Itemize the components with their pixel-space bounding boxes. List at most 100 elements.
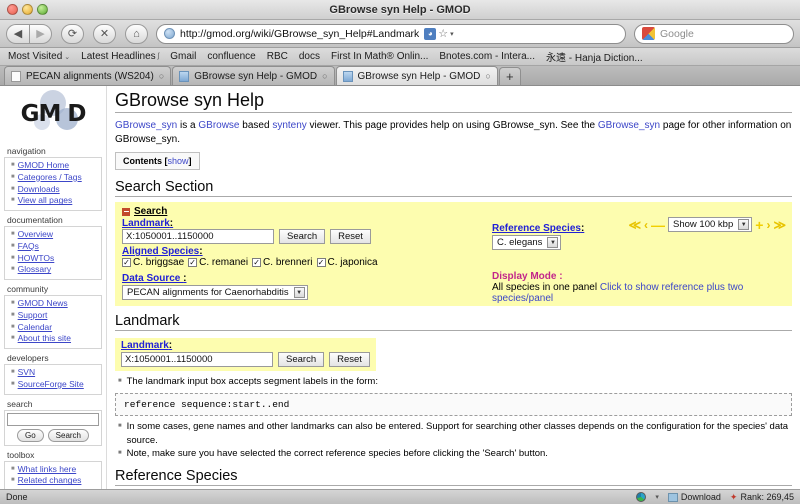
sidebar-item-label[interactable]: GMOD News: [18, 298, 68, 309]
close-icon[interactable]: ○: [322, 71, 327, 81]
sidebar-item-related-changes[interactable]: ■ Related changes: [7, 475, 99, 487]
sidebar-item-label[interactable]: About this site: [18, 334, 71, 344]
search-button-2[interactable]: Search: [278, 352, 325, 367]
chevron-down-icon[interactable]: ▼: [738, 219, 750, 230]
checkbox-icon[interactable]: ✓: [252, 258, 262, 267]
sidebar-item-label[interactable]: GMOD Home: [18, 160, 69, 171]
stop-button[interactable]: ✕: [93, 23, 116, 44]
bookmark-item[interactable]: Most Visited ⌄: [8, 51, 70, 62]
sidebar-item-sourceforge-site[interactable]: ■ SourceForge Site: [7, 379, 99, 391]
landmark-input[interactable]: [122, 229, 274, 244]
zoom-out-button[interactable]: —: [651, 218, 665, 232]
sidebar-item-upload-file[interactable]: ■Upload file: [7, 487, 99, 489]
close-icon[interactable]: ○: [485, 71, 490, 81]
link-gbrowse-syn[interactable]: GBrowse_syn: [115, 120, 177, 131]
collapse-icon[interactable]: [122, 207, 130, 216]
sidebar-item-label[interactable]: Categores / Tags: [18, 172, 82, 183]
sidebar-item-gmod-news[interactable]: ■ GMOD News: [7, 298, 99, 310]
browser-tab[interactable]: PECAN alignments (WS204) ○: [4, 66, 172, 85]
sidebar-item-glossary[interactable]: ■ Glossary: [7, 264, 99, 276]
species-checkbox-item[interactable]: ✓ C. japonica: [316, 257, 378, 268]
rss-feed-icon[interactable]: ◕: [424, 27, 437, 40]
checkbox-icon[interactable]: ✓: [188, 258, 198, 267]
reference-species-select[interactable]: C. elegans ▼: [492, 235, 562, 250]
sidebar-search-button[interactable]: Search: [47, 428, 90, 442]
sidebar-item-svn[interactable]: ■ SVN: [7, 367, 99, 379]
pan-right-button[interactable]: ›: [766, 219, 770, 231]
close-icon[interactable]: ○: [159, 71, 164, 81]
toc-show-link[interactable]: show: [168, 156, 189, 166]
pan-left-button[interactable]: ‹: [644, 219, 648, 231]
data-source-select[interactable]: PECAN alignments for Caenorhabditis ▼: [122, 285, 308, 300]
sidebar-item-label[interactable]: HOWTOs: [18, 253, 55, 264]
sidebar-item-label[interactable]: SVN: [18, 367, 35, 378]
search-input[interactable]: Google: [660, 28, 694, 40]
chevron-down-icon[interactable]: ▼: [547, 237, 559, 248]
sidebar-item-howtos[interactable]: ■ HOWTOs: [7, 253, 99, 265]
sidebar-item-label[interactable]: Support: [18, 310, 48, 321]
download-status[interactable]: Download: [667, 492, 721, 502]
sidebar-item-label[interactable]: View all pages: [18, 196, 73, 206]
sidebar-go-button[interactable]: Go: [16, 428, 44, 442]
bookmark-item[interactable]: 永遠 - Hanja Diction...: [546, 49, 643, 64]
bookmark-item[interactable]: Bnotes.com - Intera...: [439, 51, 535, 62]
new-tab-button[interactable]: +: [498, 67, 521, 85]
reload-button[interactable]: ⟳: [61, 23, 84, 44]
sidebar-item-gmod-home[interactable]: ■ GMOD Home: [7, 160, 99, 172]
gmod-logo[interactable]: GM D: [4, 88, 102, 140]
zoom-level-select[interactable]: Show 100 kbp ▼: [668, 217, 753, 232]
link-gbrowse[interactable]: GBrowse: [198, 120, 239, 131]
bookmark-item[interactable]: docs: [299, 51, 320, 62]
chevron-down-icon[interactable]: ▾: [450, 30, 454, 38]
home-button[interactable]: ⌂: [125, 23, 148, 44]
sidebar-item-label[interactable]: Glossary: [18, 265, 52, 275]
browser-tab[interactable]: GBrowse syn Help - GMOD ○: [335, 66, 498, 85]
rank-status[interactable]: ✦ Rank: 269,45: [730, 492, 794, 503]
search-bar[interactable]: Google: [634, 23, 794, 44]
chevron-down-icon[interactable]: ▼: [293, 287, 305, 298]
reset-button[interactable]: Reset: [330, 229, 371, 244]
address-bar[interactable]: http://gmod.org/wiki/GBrowse_syn_Help#La…: [156, 23, 626, 44]
forward-button[interactable]: ▶: [29, 23, 52, 44]
link-gbrowse-syn-2[interactable]: GBrowse_syn: [598, 120, 660, 131]
sidebar-item-support[interactable]: ■ Support: [7, 310, 99, 322]
pan-far-right-button[interactable]: ≫: [773, 219, 786, 231]
sidebar-item-downloads[interactable]: ■ Downloads: [7, 184, 99, 196]
checkbox-icon[interactable]: ✓: [122, 258, 131, 267]
species-checkbox-item[interactable]: ✓ C. remanei: [188, 257, 248, 268]
bookmark-star-icon[interactable]: ☆: [438, 27, 448, 40]
search-button[interactable]: Search: [279, 229, 326, 244]
sidebar-item-label[interactable]: Related changes: [18, 476, 82, 486]
search-panel-header[interactable]: Search: [122, 206, 785, 217]
browser-tab[interactable]: GBrowse syn Help - GMOD ○: [172, 66, 335, 85]
sidebar-item-categores-tags[interactable]: ■ Categores / Tags: [7, 172, 99, 184]
sidebar-search-input[interactable]: [7, 412, 99, 426]
reset-button-2[interactable]: Reset: [329, 352, 370, 367]
sidebar-item-label[interactable]: What links here: [18, 464, 77, 475]
link-synteny[interactable]: synteny: [272, 120, 306, 131]
globe-icon[interactable]: [636, 492, 647, 502]
species-checkbox-item[interactable]: ✓ C. brenneri: [252, 257, 313, 268]
species-checkbox-item[interactable]: ✓ C. briggsae: [122, 257, 184, 268]
sidebar-item-label[interactable]: SourceForge Site: [18, 379, 84, 390]
sidebar-item-view-all-pages[interactable]: ■ View all pages: [7, 195, 99, 207]
checkbox-icon[interactable]: ✓: [316, 258, 326, 267]
zoom-in-button[interactable]: +: [755, 218, 763, 232]
sidebar-item-faqs[interactable]: ■ FAQs: [7, 241, 99, 253]
sidebar-item-label[interactable]: Downloads: [18, 184, 60, 195]
chevron-down-icon[interactable]: ʃ: [158, 53, 160, 60]
bookmark-item[interactable]: Latest Headlines ʃ: [81, 51, 159, 62]
sidebar-item-label[interactable]: Overview: [18, 229, 53, 240]
chevron-down-icon[interactable]: ▾: [655, 493, 659, 501]
landmark-input-2[interactable]: [121, 352, 273, 367]
bookmark-item[interactable]: confluence: [207, 51, 255, 62]
bookmark-item[interactable]: First In Math® Onlin...: [331, 51, 428, 62]
bookmark-item[interactable]: RBC: [267, 51, 288, 62]
bookmark-item[interactable]: Gmail: [170, 51, 196, 62]
sidebar-item-label[interactable]: Upload file: [18, 487, 58, 489]
sidebar-item-overview[interactable]: ■ Overview: [7, 229, 99, 241]
chevron-down-icon[interactable]: ⌄: [64, 53, 70, 61]
sidebar-item-about-this-site[interactable]: ■ About this site: [7, 333, 99, 345]
back-button[interactable]: ◀: [6, 23, 29, 44]
sidebar-item-label[interactable]: Calendar: [18, 322, 53, 333]
